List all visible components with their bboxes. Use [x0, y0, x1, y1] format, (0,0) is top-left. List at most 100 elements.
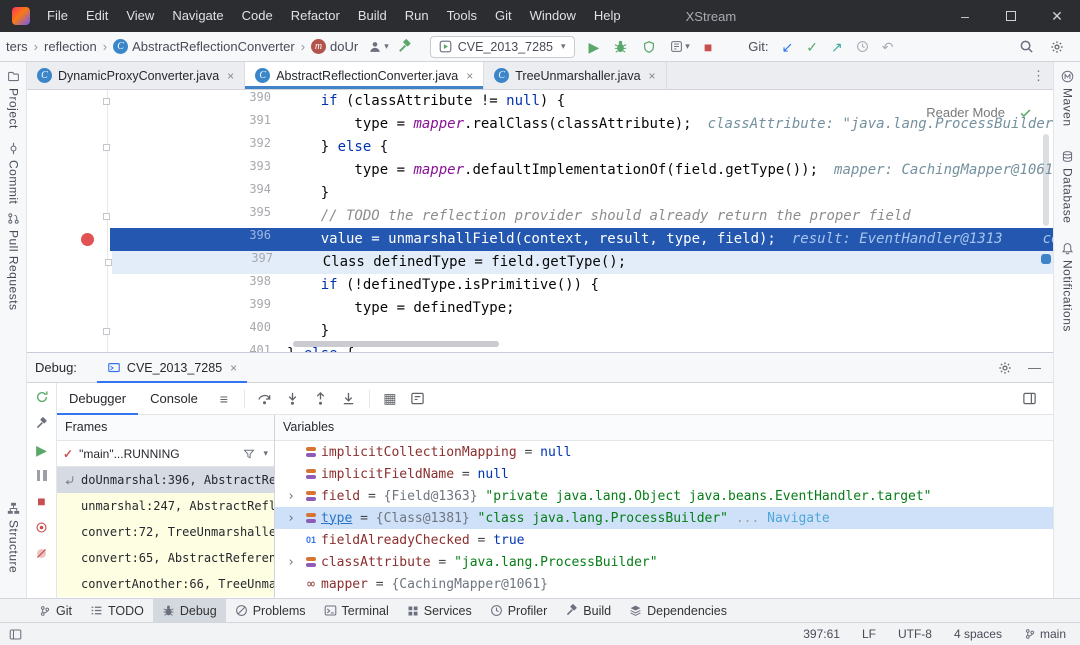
evaluate-expression-button[interactable]	[404, 391, 432, 406]
gutter[interactable]: 401	[27, 343, 287, 352]
tab-options-icon[interactable]: ⋮	[1032, 62, 1053, 89]
debug-button[interactable]	[613, 39, 628, 54]
rollback-button[interactable]: ↶	[882, 40, 894, 54]
variable-name[interactable]: implicitCollectionMapping	[321, 445, 517, 460]
tab-console[interactable]: Console	[138, 383, 210, 415]
rerun-button[interactable]	[35, 390, 49, 404]
step-over-button[interactable]	[251, 391, 279, 406]
settings-button[interactable]	[1050, 40, 1064, 54]
tab-debugger[interactable]: Debugger	[57, 383, 138, 415]
tool-stripe-project[interactable]: Project	[0, 70, 27, 129]
filter-funnel-icon[interactable]	[243, 448, 255, 460]
variable-name[interactable]: implicitFieldName	[321, 467, 454, 482]
menu-run[interactable]: Run	[396, 0, 438, 32]
tool-window-button-git[interactable]: Git	[30, 599, 81, 623]
variable-row-implicitFieldName[interactable]: implicitFieldName = null	[275, 463, 1053, 485]
variable-row-type[interactable]: › type = {Class@1381} "class java.lang.P…	[275, 507, 1053, 529]
line-number[interactable]: 396	[249, 228, 271, 242]
step-out-button[interactable]	[307, 391, 335, 406]
variable-row-mapper[interactable]: ∞ mapper = {CachingMapper@1061}	[275, 573, 1053, 595]
coverage-button[interactable]	[642, 40, 656, 54]
expand-chevron-icon[interactable]: ›	[281, 511, 301, 526]
tool-window-button-todo[interactable]: TODO	[81, 599, 153, 623]
gutter[interactable]: 396	[27, 228, 287, 251]
frame-row[interactable]: doUnmarshal:396, AbstractRefle	[57, 467, 274, 493]
tool-window-button-terminal[interactable]: Terminal	[315, 599, 398, 623]
variable-row-fieldAlreadyChecked[interactable]: 01 fieldAlreadyChecked = true	[275, 529, 1053, 551]
editor-line-401[interactable]: 401 } else {	[27, 343, 1053, 352]
frame-row[interactable]: unmarshal:247, AbstractReflect	[57, 493, 274, 519]
menu-help[interactable]: Help	[585, 0, 630, 32]
expand-chevron-icon[interactable]: ›	[281, 555, 301, 570]
editor-line-397[interactable]: 397 Class definedType = field.getType();	[29, 251, 1053, 274]
editor-line-394[interactable]: 394 }	[27, 182, 1053, 205]
hide-panel-button[interactable]: —	[1028, 360, 1041, 375]
editor-line-400[interactable]: 400 }	[27, 320, 1053, 343]
line-number[interactable]: 399	[249, 297, 271, 311]
git-branch-widget[interactable]: main	[1024, 627, 1066, 641]
frame-row[interactable]: convertAnother:66, TreeUnmars	[57, 571, 274, 597]
frame-row[interactable]: convert:72, TreeUnmarshaller (	[57, 519, 274, 545]
tool-stripe-database[interactable]: Database	[1054, 150, 1080, 223]
variable-name[interactable]: type	[321, 511, 352, 526]
pause-button[interactable]	[37, 470, 47, 481]
run-to-cursor-button[interactable]	[335, 391, 363, 406]
file-encoding[interactable]: UTF-8	[898, 627, 932, 641]
menu-navigate[interactable]: Navigate	[163, 0, 232, 32]
breakpoint-icon[interactable]	[81, 233, 94, 246]
menu-edit[interactable]: Edit	[77, 0, 117, 32]
build-project-button[interactable]	[397, 39, 412, 54]
menu-build[interactable]: Build	[349, 0, 396, 32]
close-button[interactable]: ✕	[1034, 0, 1080, 32]
stop-button[interactable]: ■	[704, 40, 712, 54]
mute-breakpoints-button[interactable]	[35, 547, 48, 560]
breadcrumb-item[interactable]: mdoUr	[309, 39, 360, 54]
line-number[interactable]: 400	[249, 320, 271, 334]
line-number[interactable]: 395	[249, 205, 271, 219]
tool-stripe-commit[interactable]: Commit	[0, 142, 27, 204]
editor-tab-treeunmarshaller-java[interactable]: CTreeUnmarshaller.java×	[484, 62, 666, 89]
threads-view-icon[interactable]: ▦	[376, 390, 404, 407]
close-icon[interactable]: ×	[649, 69, 656, 83]
editor-line-398[interactable]: 398 if (!definedType.isPrimitive()) {	[27, 274, 1053, 297]
breadcrumb-item[interactable]: CAbstractReflectionConverter	[111, 39, 297, 54]
push-button[interactable]: ↗	[831, 40, 843, 54]
minimize-button[interactable]: –	[942, 0, 988, 32]
editor-line-391[interactable]: 391 type = mapper.realClass(classAttribu…	[27, 113, 1053, 136]
editor-line-396[interactable]: 396 value = unmarshallField(context, res…	[27, 228, 1053, 251]
tool-window-button-services[interactable]: Services	[398, 599, 481, 623]
tool-window-button-dependencies[interactable]: Dependencies	[620, 599, 736, 623]
view-breakpoints-button[interactable]	[35, 521, 48, 534]
editor-line-392[interactable]: 392 } else {	[27, 136, 1053, 159]
gutter[interactable]: 391	[27, 113, 287, 136]
tool-stripe-maven[interactable]: Maven	[1054, 70, 1080, 127]
breadcrumb-item[interactable]: ters	[4, 39, 30, 54]
gutter[interactable]: 397	[29, 251, 289, 274]
editor-tab-dynamicproxyconverter-java[interactable]: CDynamicProxyConverter.java×	[27, 62, 245, 89]
commit-button[interactable]: ✓	[806, 40, 818, 54]
line-number[interactable]: 393	[249, 159, 271, 173]
tool-stripe-pull-requests[interactable]: Pull Requests	[0, 212, 27, 311]
menu-window[interactable]: Window	[521, 0, 585, 32]
line-number[interactable]: 391	[249, 113, 271, 127]
variable-row-classAttribute[interactable]: › classAttribute = "java.lang.ProcessBui…	[275, 551, 1053, 573]
menu-code[interactable]: Code	[233, 0, 282, 32]
layout-settings-icon[interactable]	[1015, 391, 1043, 406]
editor-line-395[interactable]: 395 // TODO the reflection provider shou…	[27, 205, 1053, 228]
close-icon[interactable]: ×	[227, 69, 234, 83]
variable-row-field[interactable]: › field = {Field@1363} "private java.lan…	[275, 485, 1053, 507]
debug-session-tab[interactable]: CVE_2013_7285 ×	[97, 353, 247, 383]
close-icon[interactable]: ×	[466, 69, 473, 83]
line-number[interactable]: 394	[249, 182, 271, 196]
search-everywhere-button[interactable]	[1019, 39, 1034, 54]
expand-chevron-icon[interactable]: ›	[281, 489, 301, 504]
step-into-button[interactable]	[279, 391, 307, 406]
editor-line-393[interactable]: 393 type = mapper.defaultImplementationO…	[27, 159, 1053, 182]
line-number[interactable]: 397	[251, 251, 273, 265]
editor-line-390[interactable]: 390 if (classAttribute != null) {	[27, 90, 1053, 113]
stop-session-button[interactable]: ■	[37, 494, 45, 508]
menu-view[interactable]: View	[117, 0, 163, 32]
frame-row[interactable]: convert:65, AbstractReferenceU	[57, 545, 274, 571]
breadcrumb-item[interactable]: reflection	[42, 39, 99, 54]
variable-name[interactable]: classAttribute	[321, 555, 431, 570]
